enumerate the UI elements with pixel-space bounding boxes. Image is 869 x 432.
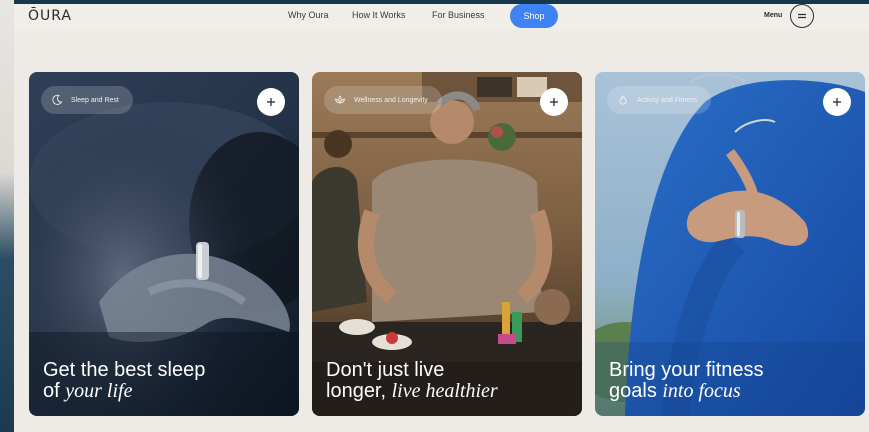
tag-label: Sleep and Rest [71,96,119,104]
headline-line-2: longer, live healthier [326,381,498,402]
flame-icon [619,95,627,105]
card-wellness-and-longevity[interactable]: Wellness and Longevity Don't just live l… [312,72,582,416]
expand-button[interactable] [257,88,285,116]
headline-line-1: Don't just live [326,359,445,381]
nav-for-business[interactable]: For Business [432,10,485,20]
headline-line-1: Get the best sleep [43,359,206,381]
nav-why-oura[interactable]: Why Oura [288,10,329,20]
shop-button[interactable]: Shop [510,4,558,28]
headline-line-2: goals into focus [609,381,764,402]
moon-icon [52,94,63,105]
card-activity-and-fitness[interactable]: Activity and Fitness Bring your fitness … [595,72,865,416]
page: ŌURA Why Oura How It Works For Business … [14,4,869,432]
card-headline: Bring your fitness goals into focus [609,360,764,402]
card-headline: Don't just live longer, live healthier [326,360,498,402]
headline-plain: of [43,380,66,402]
expand-button[interactable] [823,88,851,116]
headline-plain: longer, [326,380,392,402]
nav-how-it-works[interactable]: How It Works [352,10,405,20]
plus-icon [550,98,558,106]
headline-italic: into focus [662,380,741,402]
tag-label: Wellness and Longevity [354,96,428,104]
headline-italic: your life [65,380,133,402]
lotus-icon [335,95,345,104]
oura-logo[interactable]: ŌURA [28,8,72,24]
card-headline: Get the best sleep of your life [43,360,205,402]
left-window-edge [0,0,14,432]
headline-plain: goals [609,380,663,402]
card-sleep-and-rest[interactable]: Sleep and Rest Get the best sleep of you… [29,72,299,416]
tag-label: Activity and Fitness [637,96,698,104]
tag-pill: Wellness and Longevity [324,86,442,114]
expand-button[interactable] [540,88,568,116]
plus-icon [267,98,275,106]
headline-line-2: of your life [43,381,205,402]
tag-pill: Sleep and Rest [41,86,133,114]
plus-icon [833,98,841,106]
menu-label[interactable]: Menu [764,12,782,19]
menu-button[interactable] [790,4,814,28]
headline-italic: live healthier [391,380,498,402]
headline-line-1: Bring your fitness [609,359,764,381]
hamburger-icon [798,13,806,19]
site-header: ŌURA Why Oura How It Works For Business … [14,4,869,30]
tag-pill: Activity and Fitness [607,86,712,114]
